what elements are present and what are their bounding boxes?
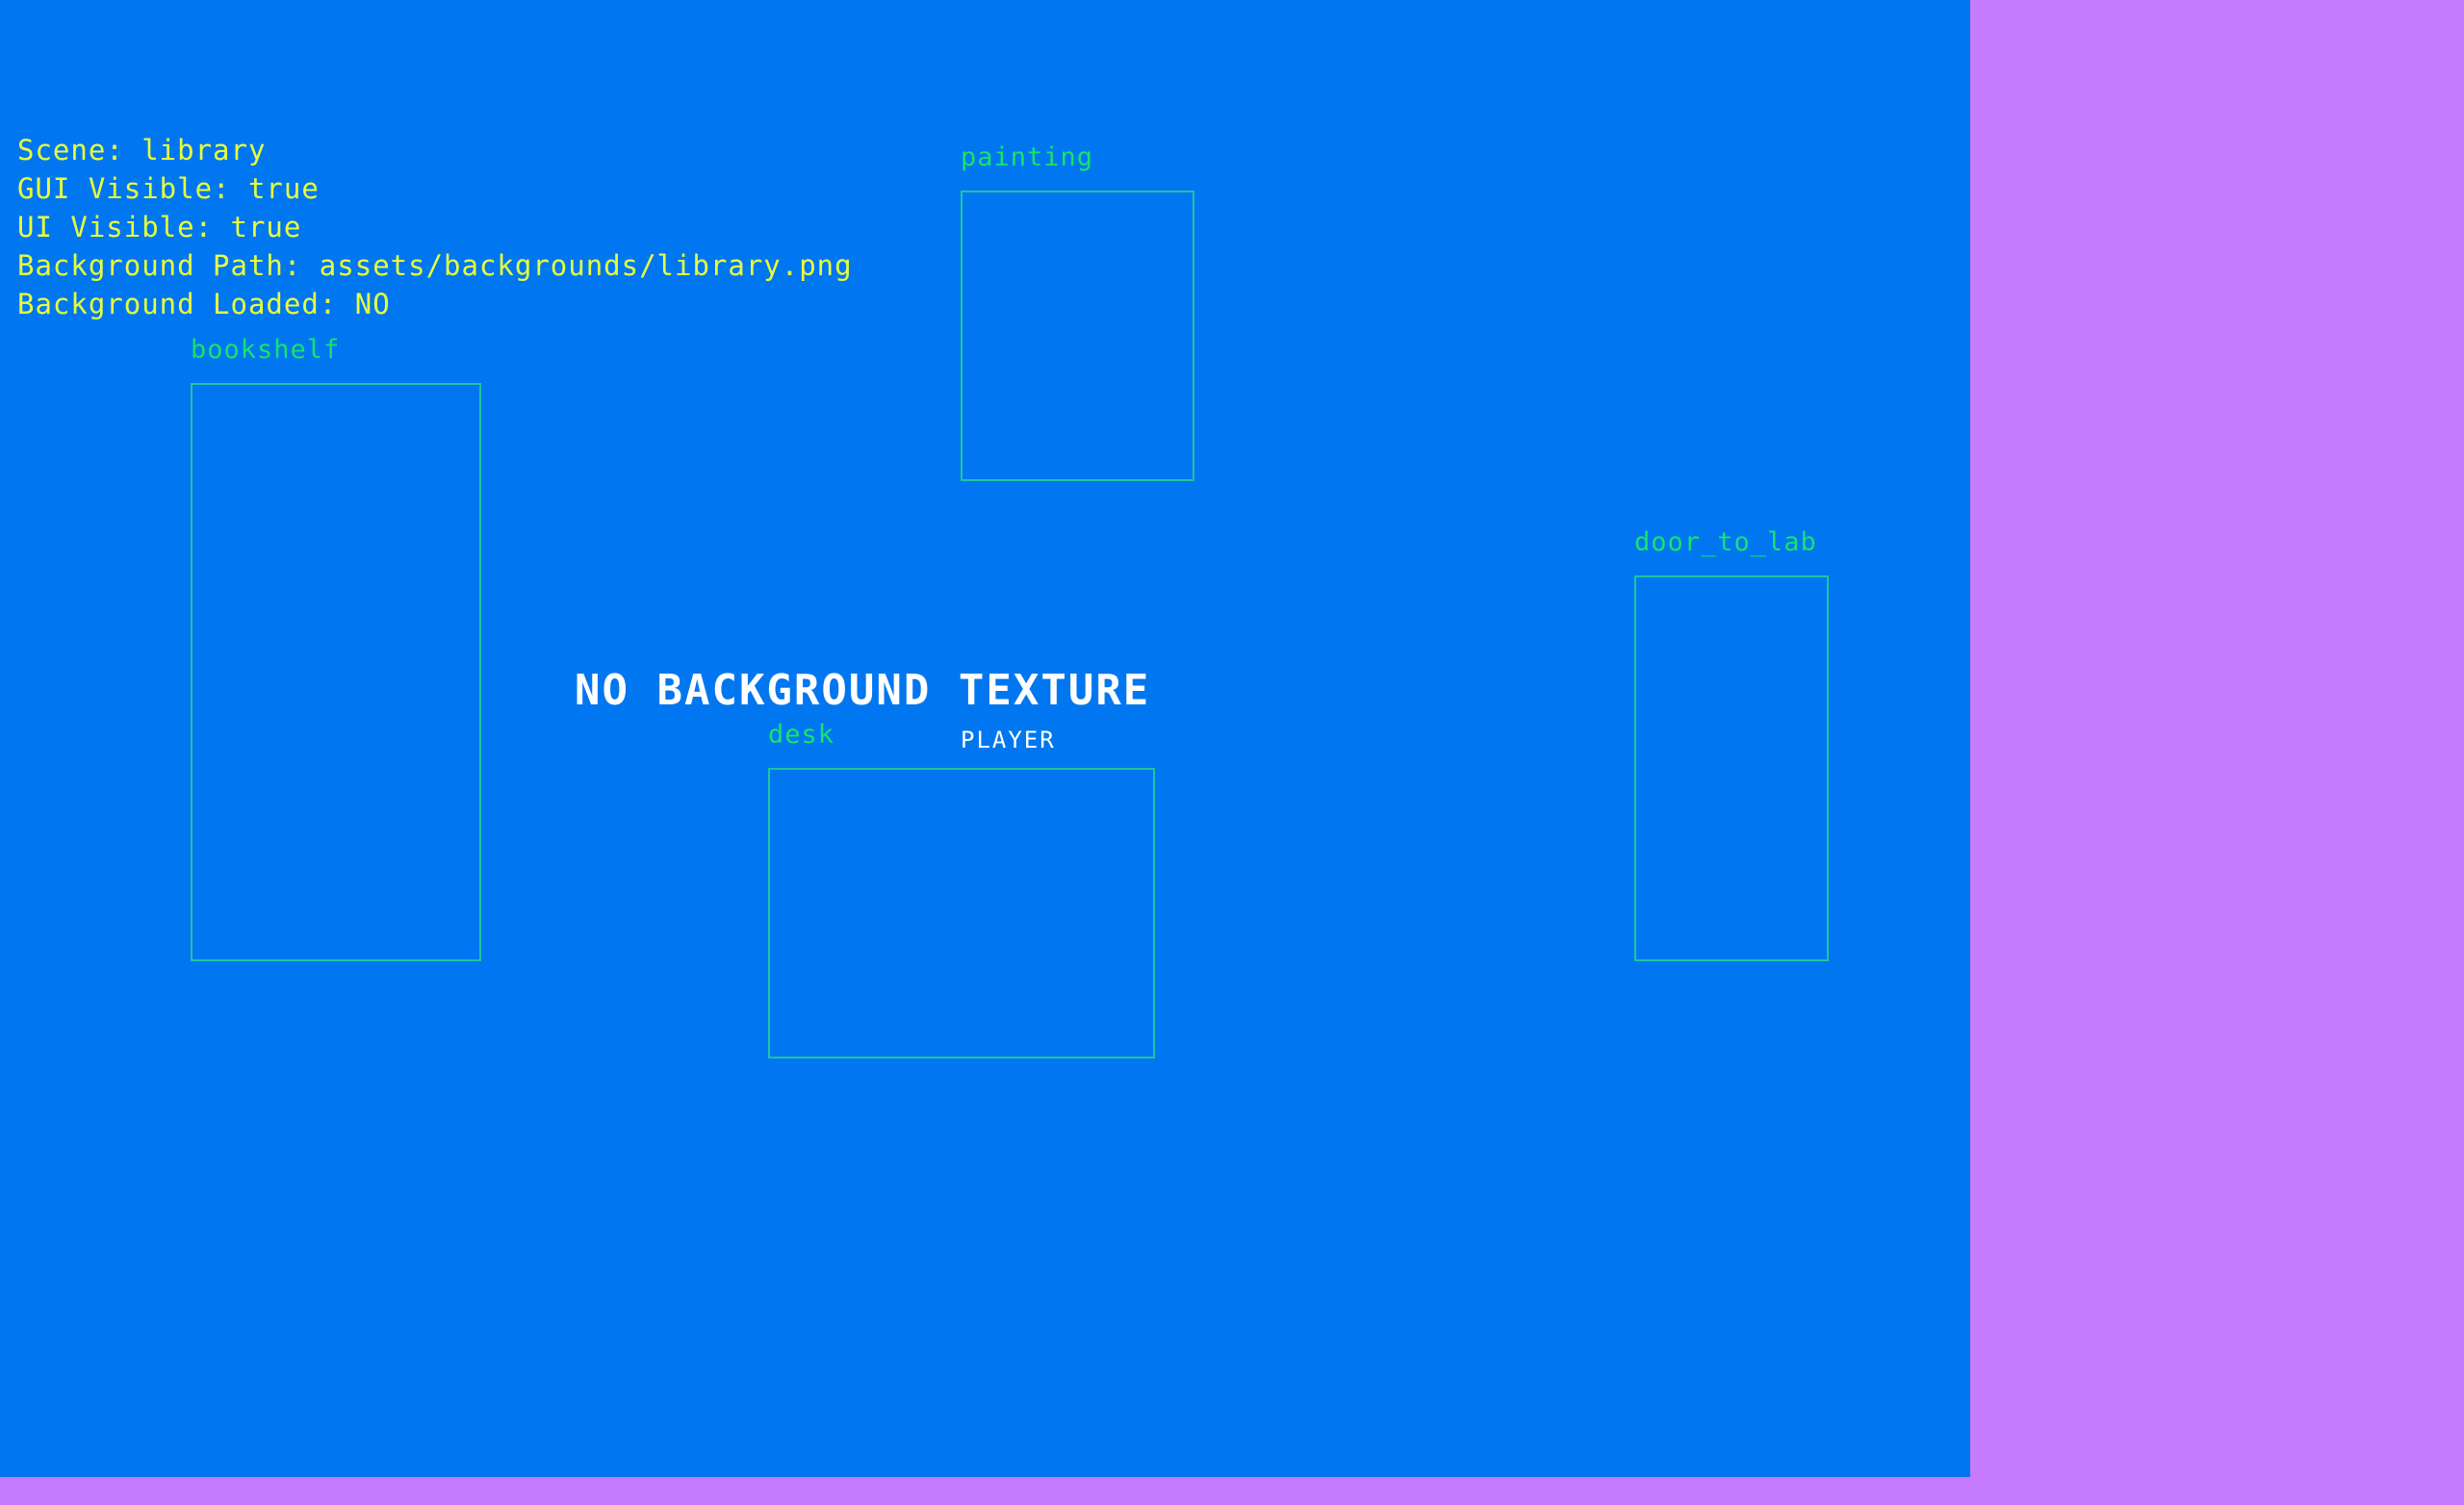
hotspot-label-bookshelf: bookshelf bbox=[191, 335, 341, 365]
hotspot-painting[interactable] bbox=[961, 191, 1194, 481]
player-label: PLAYER bbox=[961, 727, 1056, 753]
hotspot-door-to-lab[interactable] bbox=[1634, 575, 1829, 961]
hotspot-desk[interactable] bbox=[768, 768, 1155, 1059]
debug-background-loaded: Background Loaded: NO bbox=[17, 288, 391, 320]
debug-background-path: Background Path: assets/backgrounds/libr… bbox=[17, 249, 853, 282]
no-background-message: NO BACKGROUND TEXTURE bbox=[575, 666, 1151, 715]
debug-gui-visible: GUI Visible: true bbox=[17, 172, 320, 205]
hotspot-label-painting: painting bbox=[961, 142, 1094, 172]
hotspot-label-desk: desk bbox=[768, 720, 835, 750]
debug-scene: Scene: library bbox=[17, 134, 267, 166]
hotspot-bookshelf[interactable] bbox=[191, 383, 481, 961]
debug-ui-visible: UI Visible: true bbox=[17, 211, 302, 243]
game-viewport[interactable]: Scene: library GUI Visible: true UI Visi… bbox=[0, 0, 1970, 1477]
debug-overlay: Scene: library GUI Visible: true UI Visi… bbox=[17, 131, 853, 323]
hotspot-label-door-to-lab: door_to_lab bbox=[1634, 527, 1817, 557]
